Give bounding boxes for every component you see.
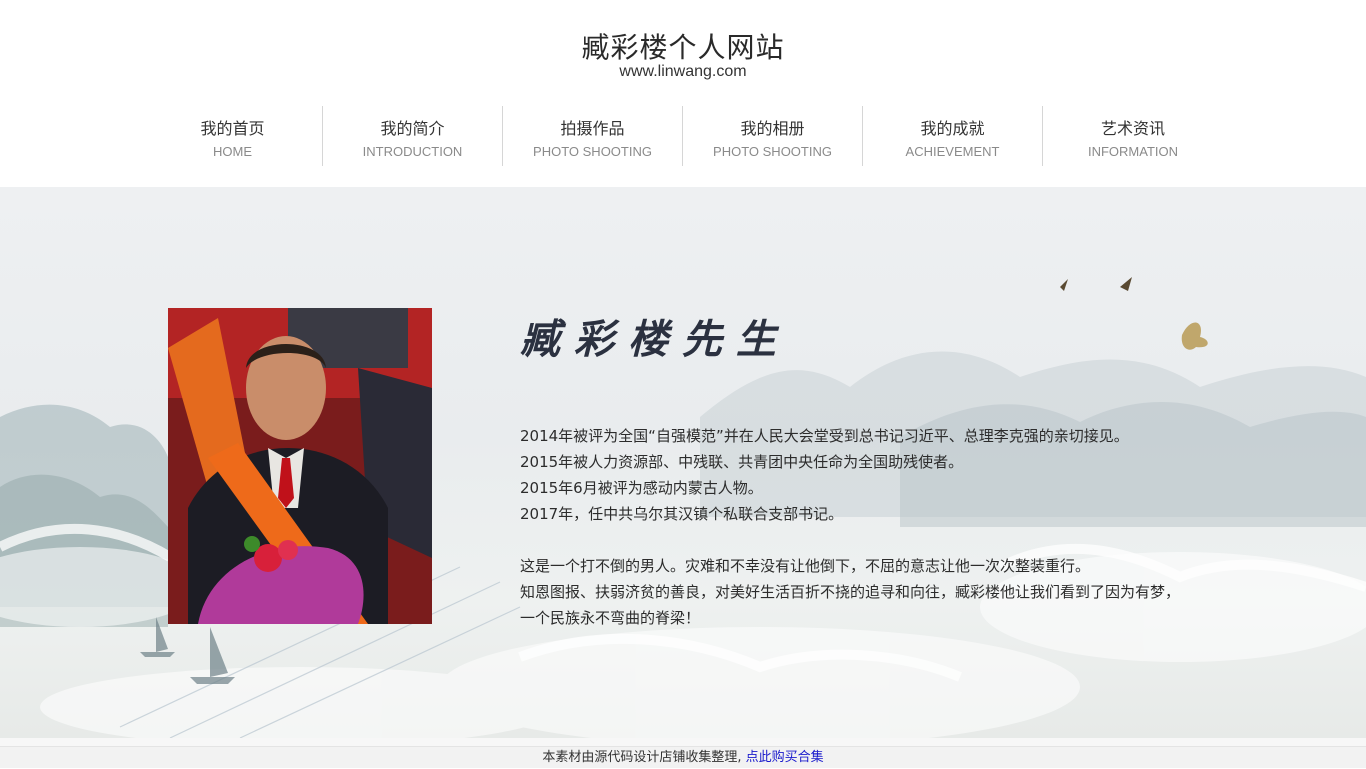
footer: 本素材由源代码设计店铺收集整理, 点此购买合集 bbox=[0, 746, 1366, 768]
bio-line: 2017年，任中共乌尔其汉镇个私联合支部书记。 bbox=[520, 505, 844, 523]
nav-label-en: INTRODUCTION bbox=[362, 144, 463, 159]
footer-text: 本素材由源代码设计店铺收集整理, bbox=[542, 750, 742, 765]
nav-label-en: INFORMATION bbox=[1087, 144, 1179, 159]
nav-label-cn: 我的首页 bbox=[200, 119, 265, 138]
nav-label-en: HOME bbox=[213, 144, 252, 159]
portrait-photo bbox=[168, 308, 432, 624]
quote-line: 知恩图报、扶弱济贫的善良，对美好生活百折不挠的追寻和向往，臧彩楼他让我们看到了因… bbox=[520, 583, 1181, 601]
nav-item-works[interactable]: 拍摄作品 PHOTO SHOOTING bbox=[503, 106, 683, 166]
nav-item-achievement[interactable]: 我的成就 ACHIEVEMENT bbox=[863, 106, 1043, 166]
profile-banner: 臧彩楼先生 2014年被评为全国“自强模范”并在人民大会堂受到总书记习近平、总理… bbox=[0, 187, 1366, 738]
bird-icon bbox=[1060, 277, 1132, 291]
nav-item-album[interactable]: 我的相册 PHOTO SHOOTING bbox=[683, 106, 863, 166]
footer-buy-link[interactable]: 点此购买合集 bbox=[746, 750, 824, 765]
nav-label-en: PHOTO SHOOTING bbox=[713, 144, 832, 159]
bio-line: 2015年6月被评为感动内蒙古人物。 bbox=[520, 479, 763, 497]
bio-text: 2014年被评为全国“自强模范”并在人民大会堂受到总书记习近平、总理李克强的亲切… bbox=[520, 423, 1240, 631]
site-header: 臧彩楼个人网站 www.linwang.com 我的首页 HOME 我的简介 I… bbox=[0, 0, 1366, 187]
quote-line: 这是一个打不倒的男人。灾难和不幸没有让他倒下，不屈的意志让他一次次整装重行。 bbox=[520, 557, 1091, 575]
divider-strip bbox=[0, 738, 1366, 746]
site-title: 臧彩楼个人网站 bbox=[581, 31, 785, 64]
nav-label-cn: 艺术资讯 bbox=[1100, 119, 1165, 138]
person-name: 臧彩楼先生 bbox=[520, 316, 790, 363]
nav-item-information[interactable]: 艺术资讯 INFORMATION bbox=[1043, 106, 1223, 166]
nav-label-en: PHOTO SHOOTING bbox=[533, 144, 652, 159]
butterfly-icon bbox=[1181, 322, 1208, 350]
nav-label-cn: 我的简介 bbox=[380, 119, 445, 138]
quote-line: 一个民族永不弯曲的脊梁！ bbox=[520, 609, 701, 627]
nav-label-cn: 我的成就 bbox=[920, 119, 985, 138]
nav-label-cn: 拍摄作品 bbox=[560, 119, 625, 138]
nav-label-en: ACHIEVEMENT bbox=[905, 144, 1000, 159]
bio-line: 2014年被评为全国“自强模范”并在人民大会堂受到总书记习近平、总理李克强的亲切… bbox=[520, 427, 1129, 445]
site-url: www.linwang.com bbox=[619, 63, 747, 80]
bio-line: 2015年被人力资源部、中残联、共青团中央任命为全国助残使者。 bbox=[520, 453, 964, 471]
nav-item-introduction[interactable]: 我的简介 INTRODUCTION bbox=[323, 106, 503, 166]
nav-label-cn: 我的相册 bbox=[740, 119, 805, 138]
main-nav: 我的首页 HOME 我的简介 INTRODUCTION 拍摄作品 PHOTO S… bbox=[143, 106, 1223, 166]
nav-item-home[interactable]: 我的首页 HOME bbox=[143, 106, 323, 166]
